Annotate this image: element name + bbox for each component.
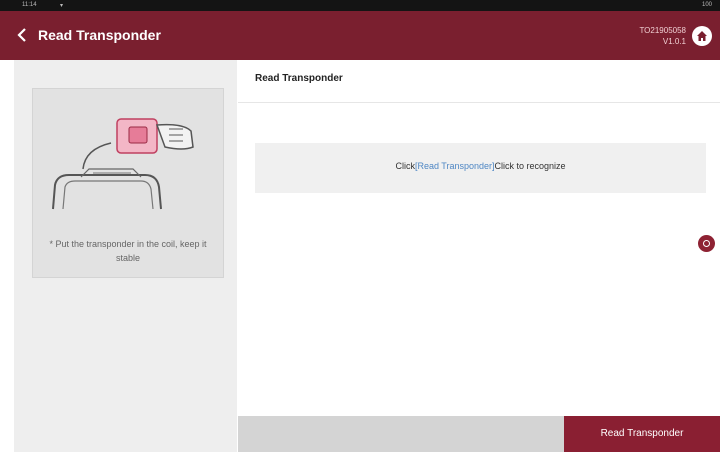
section-header: Read Transponder (238, 60, 720, 103)
footer-bar: Read Transponder (238, 416, 720, 452)
info-box: Click[Read Transponder]Click to recogniz… (255, 143, 706, 193)
info-suffix: Click to recognize (494, 161, 566, 171)
section-title: Read Transponder (255, 73, 343, 84)
status-bar: 11:14 ▾ 100 (0, 0, 720, 11)
main-panel: Read Transponder Click[Read Transponder]… (238, 60, 720, 452)
version-label: V1.0.1 (662, 37, 686, 46)
floating-record-button[interactable] (698, 235, 715, 252)
instruction-card: * Put the transponder in the coil, keep … (32, 88, 224, 278)
info-prefix: Click (395, 161, 415, 171)
device-info: TO21905058 V1.0.1 (639, 25, 686, 47)
instruction-text: * Put the transponder in the coil, keep … (49, 239, 207, 263)
wifi-icon: ▾ (60, 3, 64, 9)
home-icon (697, 31, 707, 41)
chevron-left-icon (17, 28, 26, 42)
app-header: Read Transponder TO21905058 V1.0.1 (0, 11, 720, 60)
status-time: 11:14 (22, 2, 37, 8)
read-transponder-link[interactable]: [Read Transponder] (415, 161, 495, 171)
battery-indicator: 100 (701, 2, 712, 8)
info-message: Click[Read Transponder]Click to recogniz… (255, 161, 706, 171)
home-button[interactable] (692, 26, 712, 46)
transponder-coil-illustration (52, 118, 194, 210)
read-transponder-button[interactable]: Read Transponder (564, 416, 720, 452)
page-title: Read Transponder (38, 27, 161, 43)
serial-number: TO21905058 (639, 26, 686, 35)
back-button[interactable] (14, 24, 36, 46)
